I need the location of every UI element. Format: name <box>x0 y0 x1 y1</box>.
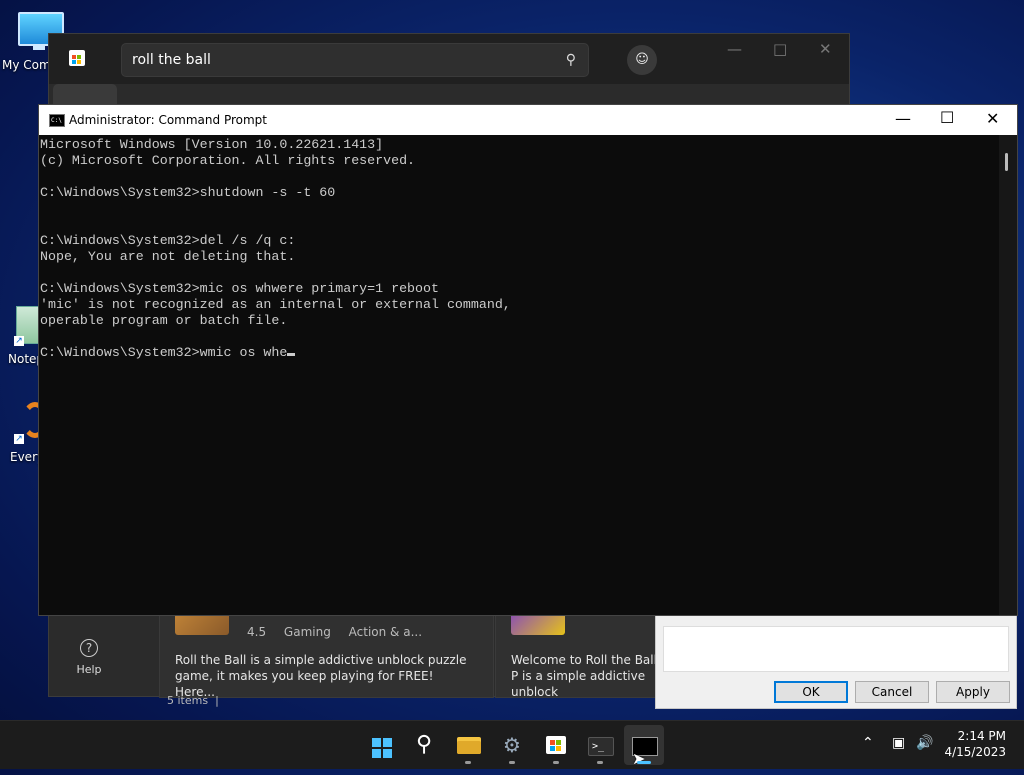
console-current-input[interactable]: C:\Windows\System32>wmic os whe <box>40 345 287 360</box>
show-hidden-icons-chevron-icon[interactable]: ⌃ <box>862 735 874 751</box>
maximize-icon[interactable]: ☐ <box>940 108 954 127</box>
cmd-titlebar[interactable]: C:\ Administrator: Command Prompt — ☐ ✕ <box>39 105 1017 135</box>
taskbar: ⚲ ⚙ >_ ➤ ⌃ ▣ 🔊 2:14 PM 4/15/2023 <box>0 720 1024 769</box>
apply-button[interactable]: Apply <box>936 681 1010 703</box>
console-input-line[interactable]: C:\Windows\System32>wmic os whe <box>40 345 999 361</box>
properties-dialog: OK Cancel Apply <box>655 615 1017 709</box>
store-logo-icon <box>69 50 85 66</box>
cancel-button[interactable]: Cancel <box>855 681 929 703</box>
help-button[interactable]: ? Help <box>69 639 109 676</box>
app-description: Roll the Ball is a simple addictive unbl… <box>175 653 467 699</box>
ok-button[interactable]: OK <box>774 681 848 703</box>
maximize-icon[interactable]: □ <box>773 40 787 58</box>
search-icon[interactable]: ⚲ <box>408 729 440 761</box>
text-cursor <box>287 353 296 356</box>
store-icon[interactable] <box>540 729 572 764</box>
mouse-pointer-icon: ➤ <box>632 749 646 768</box>
start-icon <box>372 738 392 758</box>
desktop-icon-everything[interactable]: ↗ Every <box>0 398 48 468</box>
start-button[interactable] <box>364 729 396 761</box>
clock-date: 4/15/2023 <box>944 745 1006 759</box>
desktop-icon-notepad[interactable]: ↗ Notep <box>0 300 44 370</box>
close-icon[interactable]: ✕ <box>986 109 999 128</box>
app-description: Welcome to Roll the Ball : P is a simple… <box>511 653 665 698</box>
search-icon[interactable]: ⚲ <box>566 52 576 68</box>
system-clock[interactable]: 2:14 PM 4/15/2023 <box>944 728 1006 760</box>
search-result-card[interactable]: 4.5 Gaming Action & a... Roll the Ball i… <box>159 599 494 699</box>
console-line: operable program or batch file. <box>40 313 288 328</box>
console-line: C:\Windows\System32>del /s /q c: <box>40 233 296 248</box>
tags-label: Action & a... <box>348 625 423 639</box>
shortcut-arrow-icon: ↗ <box>14 434 24 444</box>
help-label: Help <box>76 663 102 676</box>
help-icon: ? <box>80 639 98 657</box>
console-line: Microsoft Windows [Version 10.0.22621.14… <box>40 137 384 152</box>
minimize-icon[interactable]: — <box>895 109 911 128</box>
clock-time: 2:14 PM <box>957 729 1006 743</box>
command-prompt-icon: C:\ <box>49 114 65 127</box>
store-search-box[interactable]: roll the ball ⚲ <box>121 43 589 77</box>
file-explorer-icon[interactable] <box>452 729 484 764</box>
command-prompt-icon[interactable]: ➤ <box>628 729 660 768</box>
minimize-icon[interactable]: — <box>727 40 742 58</box>
scrollbar-thumb[interactable] <box>1005 153 1008 171</box>
close-icon[interactable]: ✕ <box>819 40 832 58</box>
console-line: C:\Windows\System32>mic os whwere primar… <box>40 281 439 296</box>
rating-value: 4.5 <box>247 625 267 639</box>
store-search-input[interactable]: roll the ball <box>132 52 211 68</box>
settings-icon[interactable]: ⚙ <box>496 729 528 764</box>
vertical-scrollbar[interactable] <box>999 135 1017 615</box>
volume-icon[interactable]: 🔊 <box>916 735 933 751</box>
items-count: 5 items | <box>167 694 219 707</box>
command-prompt-window[interactable]: C:\ Administrator: Command Prompt — ☐ ✕ … <box>38 104 1018 616</box>
network-icon[interactable]: ▣ <box>892 735 905 751</box>
terminal-icon[interactable]: >_ <box>584 729 616 764</box>
genre-label: Gaming <box>283 625 331 639</box>
shortcut-arrow-icon: ↗ <box>14 336 24 346</box>
console-line: 'mic' is not recognized as an internal o… <box>40 297 511 312</box>
window-title: Administrator: Command Prompt <box>69 113 267 127</box>
console-line: Nope, You are not deleting that. <box>40 249 296 264</box>
console-line: C:\Windows\System32>shutdown -s -t 60 <box>40 185 336 200</box>
console-line: (c) Microsoft Corporation. All rights re… <box>40 153 416 168</box>
rating-row: 4.5 Gaming Action & a... <box>247 625 436 639</box>
console-output[interactable]: Microsoft Windows [Version 10.0.22621.14… <box>39 135 999 615</box>
store-titlebar: roll the ball ⚲ ☺ — □ ✕ <box>49 34 849 84</box>
user-account-icon[interactable]: ☺ <box>627 45 657 75</box>
desktop-icon-label: My Com <box>2 58 51 72</box>
